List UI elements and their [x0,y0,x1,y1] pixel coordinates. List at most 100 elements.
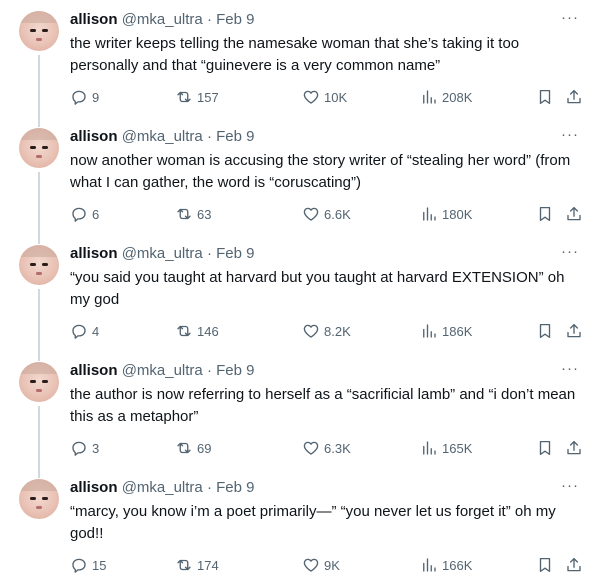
share-button[interactable] [565,204,583,224]
bookmark-icon [539,323,551,339]
user-handle[interactable]: @mka_ultra [122,479,203,496]
tweet-actions: 3 69 6.3K 165K [70,438,586,458]
share-icon [567,440,581,455]
tweet[interactable]: allison @mka_ultra · Feb 9 ··· “marcy, y… [0,468,598,585]
user-handle[interactable]: @mka_ultra [122,362,203,379]
views-count: 180K [442,206,473,222]
bookmark-button[interactable] [536,438,554,458]
tweet[interactable]: allison @mka_ultra · Feb 9 ··· now anoth… [0,117,598,234]
views-button[interactable]: 208K [420,87,472,107]
tweet[interactable]: allison @mka_ultra · Feb 9 ··· “you said… [0,234,598,351]
like-button[interactable]: 6.6K [302,204,351,224]
separator-dot: · [206,245,212,262]
like-button[interactable]: 9K [302,555,340,575]
bookmark-button[interactable] [536,87,554,107]
retweet-count: 63 [197,206,212,222]
views-chart-icon [423,324,436,338]
avatar[interactable] [19,128,59,168]
views-chart-icon [423,207,436,221]
reply-icon [72,324,86,339]
reply-icon [72,90,86,105]
reply-button[interactable]: 6 [70,204,99,224]
reply-count: 9 [92,89,100,105]
tweet-actions: 4 146 8.2K 186K [70,321,586,341]
user-handle[interactable]: @mka_ultra [122,11,203,28]
share-button[interactable] [565,87,583,107]
tweet-date[interactable]: Feb 9 [216,479,254,496]
retweet-button[interactable]: 157 [175,87,219,107]
views-button[interactable]: 166K [420,555,472,575]
tweet-text: “you said you taught at harvard but you … [70,269,565,308]
like-button[interactable]: 6.3K [302,438,351,458]
more-options-icon[interactable]: ··· [561,125,579,145]
retweet-button[interactable]: 146 [175,321,219,341]
reply-count: 6 [92,206,100,222]
heart-icon [303,90,319,104]
more-options-icon[interactable]: ··· [561,8,579,28]
bookmark-icon [539,440,551,456]
like-button[interactable]: 10K [302,87,347,107]
tweet-header: allison @mka_ultra · Feb 9 [70,10,254,30]
avatar[interactable] [19,362,59,402]
views-chart-icon [423,558,436,572]
retweet-icon [177,325,191,337]
views-chart-icon [423,441,436,455]
like-count: 10K [324,89,348,105]
display-name[interactable]: allison [70,245,118,262]
display-name[interactable]: allison [70,479,118,496]
views-button[interactable]: 165K [420,438,472,458]
retweet-button[interactable]: 69 [175,438,211,458]
tweet-actions: 9 157 10K 208K [70,87,586,107]
tweet[interactable]: allison @mka_ultra · Feb 9 ··· the write… [0,0,598,117]
views-count: 186K [442,323,473,339]
views-count: 208K [442,89,473,105]
display-name[interactable]: allison [70,11,118,28]
views-button[interactable]: 186K [420,321,472,341]
avatar[interactable] [19,479,59,519]
reply-button[interactable]: 3 [70,438,99,458]
like-button[interactable]: 8.2K [302,321,351,341]
avatar[interactable] [19,11,59,51]
reply-button[interactable]: 15 [70,555,106,575]
retweet-button[interactable]: 174 [175,555,219,575]
tweet[interactable]: allison @mka_ultra · Feb 9 ··· the autho… [0,351,598,468]
tweet-actions: 6 63 6.6K 180K [70,204,586,224]
avatar[interactable] [19,245,59,285]
retweet-button[interactable]: 63 [175,204,211,224]
bookmark-button[interactable] [536,321,554,341]
display-name[interactable]: allison [70,128,118,145]
tweet-date[interactable]: Feb 9 [216,128,254,145]
bookmark-button[interactable] [536,555,554,575]
tweet-text: the writer keeps telling the namesake wo… [70,35,520,74]
tweet-date[interactable]: Feb 9 [216,362,254,379]
heart-icon [303,558,319,572]
tweet-date[interactable]: Feb 9 [216,11,254,28]
bookmark-button[interactable] [536,204,554,224]
share-button[interactable] [565,321,583,341]
tweet-text: the author is now referring to herself a… [70,386,576,425]
views-count: 165K [442,440,473,456]
share-button[interactable] [565,438,583,458]
retweet-icon [177,91,191,103]
display-name[interactable]: allison [70,362,118,379]
reply-button[interactable]: 9 [70,87,99,107]
share-icon [567,323,581,338]
tweet-thread: allison @mka_ultra · Feb 9 ··· the write… [0,0,598,585]
heart-icon [303,324,319,338]
user-handle[interactable]: @mka_ultra [122,128,203,145]
tweet-date[interactable]: Feb 9 [216,245,254,262]
heart-icon [303,207,319,221]
more-options-icon[interactable]: ··· [561,242,579,262]
reply-button[interactable]: 4 [70,321,99,341]
tweet-header: allison @mka_ultra · Feb 9 [70,127,254,147]
views-button[interactable]: 180K [420,204,472,224]
separator-dot: · [206,128,212,145]
reply-count: 15 [92,557,107,573]
more-options-icon[interactable]: ··· [561,359,579,379]
share-button[interactable] [565,555,583,575]
share-icon [567,557,581,572]
retweet-count: 69 [197,440,212,456]
user-handle[interactable]: @mka_ultra [122,245,203,262]
retweet-count: 157 [197,89,219,105]
more-options-icon[interactable]: ··· [561,476,579,496]
